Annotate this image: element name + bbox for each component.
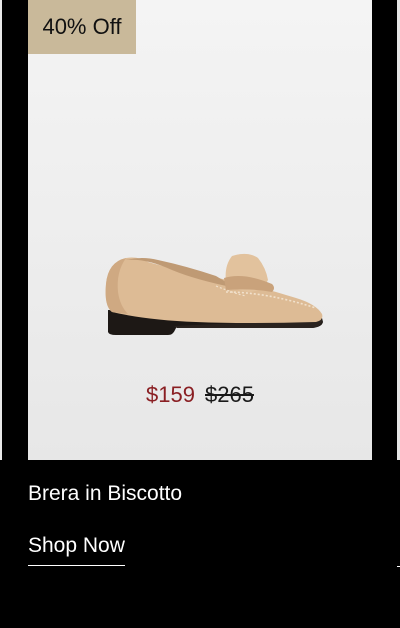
product-name[interactable]: Brera in Biscotto <box>28 482 182 506</box>
original-price: $265 <box>205 382 254 407</box>
previous-card-edge[interactable] <box>0 0 2 460</box>
loafer-product-image <box>105 253 323 335</box>
product-carousel: $159 $265 40% Off Brera in Biscotto Shop … <box>0 0 400 628</box>
shop-now-link[interactable]: Shop Now <box>28 534 125 566</box>
product-card-image[interactable]: $159 $265 <box>28 0 372 460</box>
sale-price: $159 <box>146 382 195 407</box>
discount-badge: 40% Off <box>28 0 136 54</box>
price-row: $159 $265 <box>28 382 372 408</box>
